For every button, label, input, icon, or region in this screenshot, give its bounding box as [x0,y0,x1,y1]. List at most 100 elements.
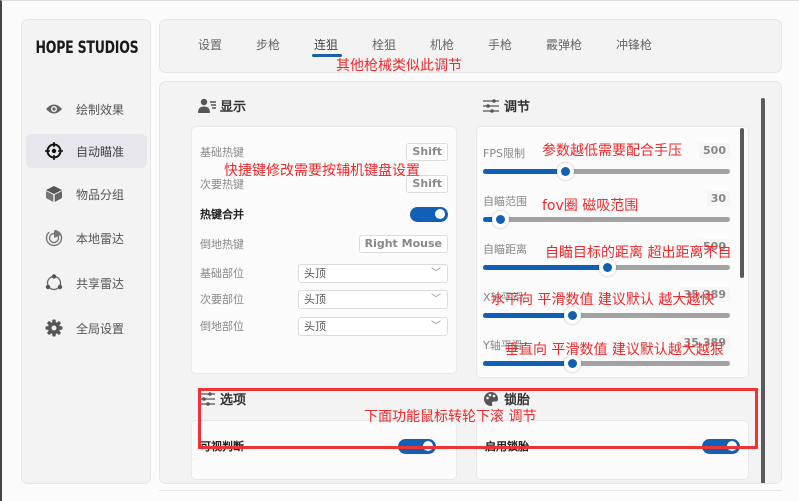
sidebar-item-local-radar[interactable]: 本地雷达 [26,221,147,255]
downed-hotkey-row: 倒地热键 Right Mouse [200,233,448,255]
lock-tire-section-header: 锁胎 [482,389,530,408]
base-hotkey-label: 基础热键 [200,146,244,159]
downed-hotkey-label: 倒地热键 [200,238,244,251]
bottom-bar [159,490,782,501]
downed-part-select[interactable]: 头顶 ﹀ [298,316,448,336]
aim-range-value: 30 [706,191,730,206]
base-part-select[interactable]: 头顶 ﹀ [298,263,448,283]
main-panel-scrollbar[interactable] [761,98,765,483]
visibility-check-row: 可视判断 [200,435,448,457]
secondary-part-row: 次要部位 头顶 ﹀ [200,288,448,310]
aim-range-track[interactable] [483,211,730,228]
y-smooth-track[interactable] [483,355,730,372]
sidebar-item-draw-effects[interactable]: 绘制效果 [26,92,147,126]
y-smooth-label: Y轴平滑 [483,339,523,352]
aim-distance-fill [483,265,607,270]
hotkey-merge-row: 热键合并 [200,203,448,225]
aim-distance-label: 自瞄距离 [483,243,527,256]
tab-shotgun[interactable]: 霰弹枪 [546,36,582,53]
visibility-check-toggle[interactable] [398,438,436,454]
adjust-card-scrollbar[interactable] [740,128,744,278]
hotkey-merge-label: 热键合并 [200,208,244,221]
enable-lock-tire-row: 启用锁胎 [485,435,740,457]
adjust-section-title: 调节 [504,100,531,115]
eye-icon [44,99,64,119]
brand-logo: HOPE STUDIOS [35,38,139,58]
sidebar-item-label: 自动瞄准 [76,144,125,159]
options-card: 可视判断 [191,420,457,480]
sliders-icon [482,97,500,115]
box-icon [44,184,64,204]
aim-range-thumb[interactable] [492,211,510,228]
sidebar-item-label: 共享雷达 [76,276,125,291]
user-list-icon [198,97,216,115]
tab-settings[interactable]: 设置 [198,36,222,53]
lock-tire-section-title: 锁胎 [504,393,531,408]
hotkey-merge-toggle[interactable] [410,206,448,222]
sidebar-item-shared-radar[interactable]: 共享雷达 [26,266,147,300]
secondary-hotkey-button[interactable]: Shift [406,175,448,193]
secondary-part-value: 头顶 [304,292,326,306]
display-section-title: 显示 [220,100,247,115]
aim-distance-value: 500 [699,239,730,254]
fps-limit-track[interactable] [483,163,730,180]
enable-lock-tire-toggle[interactable] [702,438,740,454]
sidebar-item-auto-aim[interactable]: 自动瞄准 [26,134,147,168]
adjust-card: FPS限制 500 自瞄范围 30 自瞄距离 500 X轴平滑 35.389 Y… [476,126,749,378]
base-hotkey-row: 基础热键 Shift [200,141,448,163]
tab-pistol[interactable]: 手枪 [488,36,512,53]
fps-limit-fill [483,169,565,174]
chevron-down-icon: ﹀ [431,293,441,305]
sidebar-item-label: 全局设置 [76,321,125,336]
base-part-value: 头顶 [304,266,326,280]
downed-part-label: 倒地部位 [200,320,244,333]
fps-limit-thumb[interactable] [556,163,574,180]
tab-machine-gun[interactable]: 机枪 [430,36,454,53]
fps-limit-label: FPS限制 [483,147,525,160]
chevron-down-icon: ﹀ [431,320,441,332]
base-part-label: 基础部位 [200,267,244,280]
x-smooth-thumb[interactable] [563,307,581,324]
sidebar-item-global-settings[interactable]: 全局设置 [26,311,147,345]
enable-lock-tire-label: 启用锁胎 [485,440,529,453]
radar-icon [44,228,64,248]
x-smooth-value: 35.389 [679,287,730,302]
sidebar-item-label: 绘制效果 [76,102,125,117]
fps-limit-value: 500 [699,143,730,158]
base-hotkey-button[interactable]: Shift [406,143,448,161]
tab-rifle[interactable]: 步枪 [256,36,280,53]
x-smooth-fill [483,313,572,318]
aim-distance-track[interactable] [483,259,730,276]
crosshair-icon [44,141,64,161]
y-smooth-thumb[interactable] [563,355,581,372]
settings-panel: 显示 基础热键 Shift 次要热键 Shift 热键合并 倒地热键 Right… [159,81,782,484]
secondary-part-select[interactable]: 头顶 ﹀ [298,289,448,309]
lock-tire-card: 启用锁胎 [476,420,749,480]
sidebar-item-label: 本地雷达 [76,231,125,246]
options-section-header: 选项 [198,389,246,408]
downed-part-row: 倒地部位 头顶 ﹀ [200,315,448,337]
active-tab-indicator [312,54,342,57]
options-section-title: 选项 [220,393,247,408]
palette-icon [482,390,500,408]
display-card: 基础热键 Shift 次要热键 Shift 热键合并 倒地热键 Right Mo… [191,126,457,374]
secondary-part-label: 次要部位 [200,293,244,306]
tab-smg[interactable]: 冲锋枪 [616,36,652,53]
x-smooth-track[interactable] [483,307,730,324]
downed-part-value: 头顶 [304,319,326,333]
downed-hotkey-button[interactable]: Right Mouse [358,235,448,253]
base-part-row: 基础部位 头顶 ﹀ [200,262,448,284]
chevron-down-icon: ﹀ [431,267,441,279]
aim-distance-thumb[interactable] [598,259,616,276]
y-smooth-fill [483,361,572,366]
y-smooth-value: 35.389 [679,335,730,350]
secondary-hotkey-row: 次要热键 Shift [200,173,448,195]
adjust-section-header: 调节 [482,96,530,115]
tab-bolt-sniper[interactable]: 栓狙 [372,36,396,53]
tab-dmr[interactable]: 连狙 [314,36,338,53]
aim-range-label: 自瞄范围 [483,195,527,208]
sliders-icon [198,390,216,408]
visibility-check-label: 可视判断 [200,440,244,453]
sidebar-item-item-groups[interactable]: 物品分组 [26,177,147,211]
sidebar: HOPE STUDIOS 绘制效果 自动瞄准 物品分组 本地雷达 共享雷达 全局… [21,19,151,484]
